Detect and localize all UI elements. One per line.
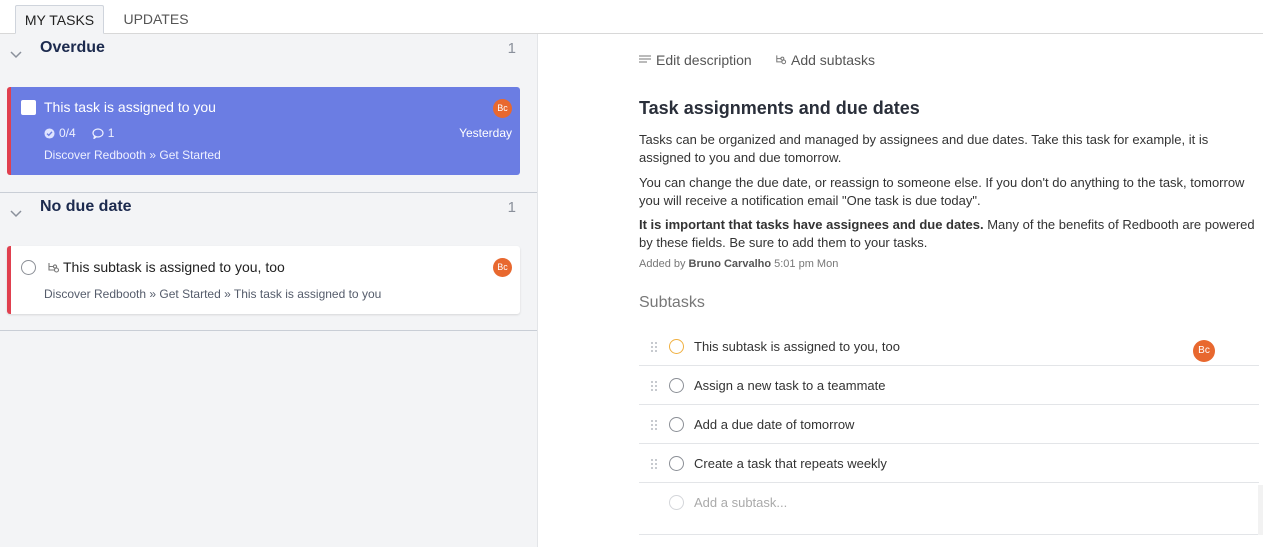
subtask-label[interactable]: Add a due date of tomorrow [694,417,854,432]
added-time: 5:01 pm Mon [774,258,839,270]
group-overdue-header[interactable]: Overdue 1 [0,34,537,74]
drag-handle-icon[interactable] [650,380,658,392]
description-paragraph: You can change the due date, or reassign… [639,175,1245,208]
task-list-panel: Overdue 1 This task is assigned to you B… [0,34,538,547]
drag-handle-icon[interactable] [650,458,658,470]
task-complete-circle[interactable] [21,260,36,275]
tab-bar: MY TASKS UPDATES [0,0,1263,34]
subtask-complete-circle[interactable] [669,456,684,471]
description-paragraph: It is important that tasks have assignee… [639,216,1259,252]
text-lines-icon [639,55,651,63]
subtask-icon [776,55,787,65]
group-count: 1 [507,199,516,216]
subtask-row[interactable]: This subtask is assigned to you, too Bc [639,327,1259,366]
add-subtask-circle [669,495,684,510]
group-title: Overdue [40,39,105,56]
comment-count: 1 [107,126,115,140]
task-card[interactable]: This subtask is assigned to you, too Bc … [7,246,520,314]
breadcrumb[interactable]: Discover Redbooth » Get Started [44,148,221,162]
subtasks-heading: Subtasks [639,294,705,311]
avatar[interactable]: Bc [493,99,512,118]
group-no-due-header[interactable]: No due date 1 [0,193,537,233]
group-title: No due date [40,198,132,215]
added-prefix: Added by [639,258,686,270]
comment-icon [92,127,104,139]
author-name[interactable]: Bruno Carvalho [689,258,772,270]
add-subtask-input[interactable]: Add a subtask... [694,495,787,510]
subtask-row[interactable]: Add a due date of tomorrow [639,405,1259,444]
task-card-selected[interactable]: This task is assigned to you Bc 0/4 1 Ye… [7,87,520,175]
added-by-line: Added by Bruno Carvalho 5:01 pm Mon [639,258,838,270]
chevron-down-icon[interactable] [9,206,23,220]
description-bold-text: It is important that tasks have assignee… [639,217,984,232]
edit-description-label: Edit description [656,52,752,68]
task-title[interactable]: This subtask is assigned to you, too [63,259,285,275]
tab-my-tasks[interactable]: MY TASKS [15,5,104,34]
add-subtasks-button[interactable]: Add subtasks [774,52,875,68]
subtask-complete-circle[interactable] [669,378,684,393]
scrollbar[interactable] [1258,485,1263,535]
subtask-complete-circle[interactable] [669,417,684,432]
subtask-row[interactable]: Assign a new task to a teammate [639,366,1259,405]
drag-handle-icon[interactable] [650,341,658,353]
subtask-progress: 0/4 [59,126,76,140]
subtask-row[interactable]: Create a task that repeats weekly [639,444,1259,483]
subtask-label[interactable]: Assign a new task to a teammate [694,378,885,393]
due-date: Yesterday [459,126,512,140]
divider [0,330,537,331]
add-subtasks-label: Add subtasks [791,52,876,68]
tab-updates[interactable]: UPDATES [115,5,197,34]
subtask-complete-circle[interactable] [669,339,684,354]
subtask-label[interactable]: This subtask is assigned to you, too [694,339,900,354]
edit-description-button[interactable]: Edit description [638,52,752,68]
task-checkbox[interactable] [21,100,36,115]
chevron-down-icon[interactable] [9,47,23,61]
task-title[interactable]: This task is assigned to you [44,99,216,115]
avatar[interactable]: Bc [1193,340,1215,362]
subtask-label[interactable]: Create a task that repeats weekly [694,456,887,471]
subtask-icon [48,263,60,273]
drag-handle-icon[interactable] [650,419,658,431]
group-count: 1 [507,40,516,57]
add-subtask-row[interactable]: Add a subtask... [639,483,1259,535]
avatar[interactable]: Bc [493,258,512,277]
breadcrumb[interactable]: Discover Redbooth » Get Started » This t… [44,287,381,301]
task-meta: 0/4 1 [44,126,114,140]
task-detail-title[interactable]: Task assignments and due dates [639,98,920,119]
description-paragraph: Tasks can be organized and managed by as… [639,132,1209,165]
check-circle-icon [44,127,55,139]
